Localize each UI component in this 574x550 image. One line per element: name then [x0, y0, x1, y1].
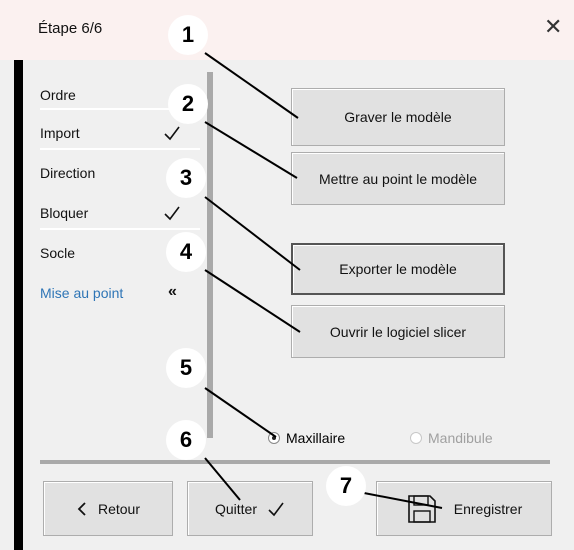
callout-number: 2 [181, 91, 195, 116]
leader-line-3 [204, 196, 301, 271]
leader-line-6 [204, 457, 241, 501]
leader-line-5 [204, 387, 277, 438]
callout-number: 3 [179, 165, 193, 190]
leader-line-2 [204, 121, 298, 179]
callout-3: 3 [166, 158, 206, 198]
leader-line-7 [363, 492, 443, 509]
callout-6: 6 [166, 420, 206, 460]
callout-leader-lines [204, 52, 443, 509]
callout-1: 1 [168, 15, 208, 55]
callout-7: 7 [326, 466, 366, 506]
callout-number: 7 [339, 473, 353, 498]
callout-2: 2 [168, 84, 208, 124]
callout-4: 4 [166, 232, 206, 272]
leader-line-1 [204, 52, 299, 119]
callout-number: 4 [179, 239, 193, 264]
callout-number: 5 [179, 355, 193, 380]
leader-line-4 [204, 269, 301, 333]
callout-5: 5 [166, 348, 206, 388]
callout-number: 1 [181, 22, 195, 47]
callout-number: 6 [179, 427, 193, 452]
